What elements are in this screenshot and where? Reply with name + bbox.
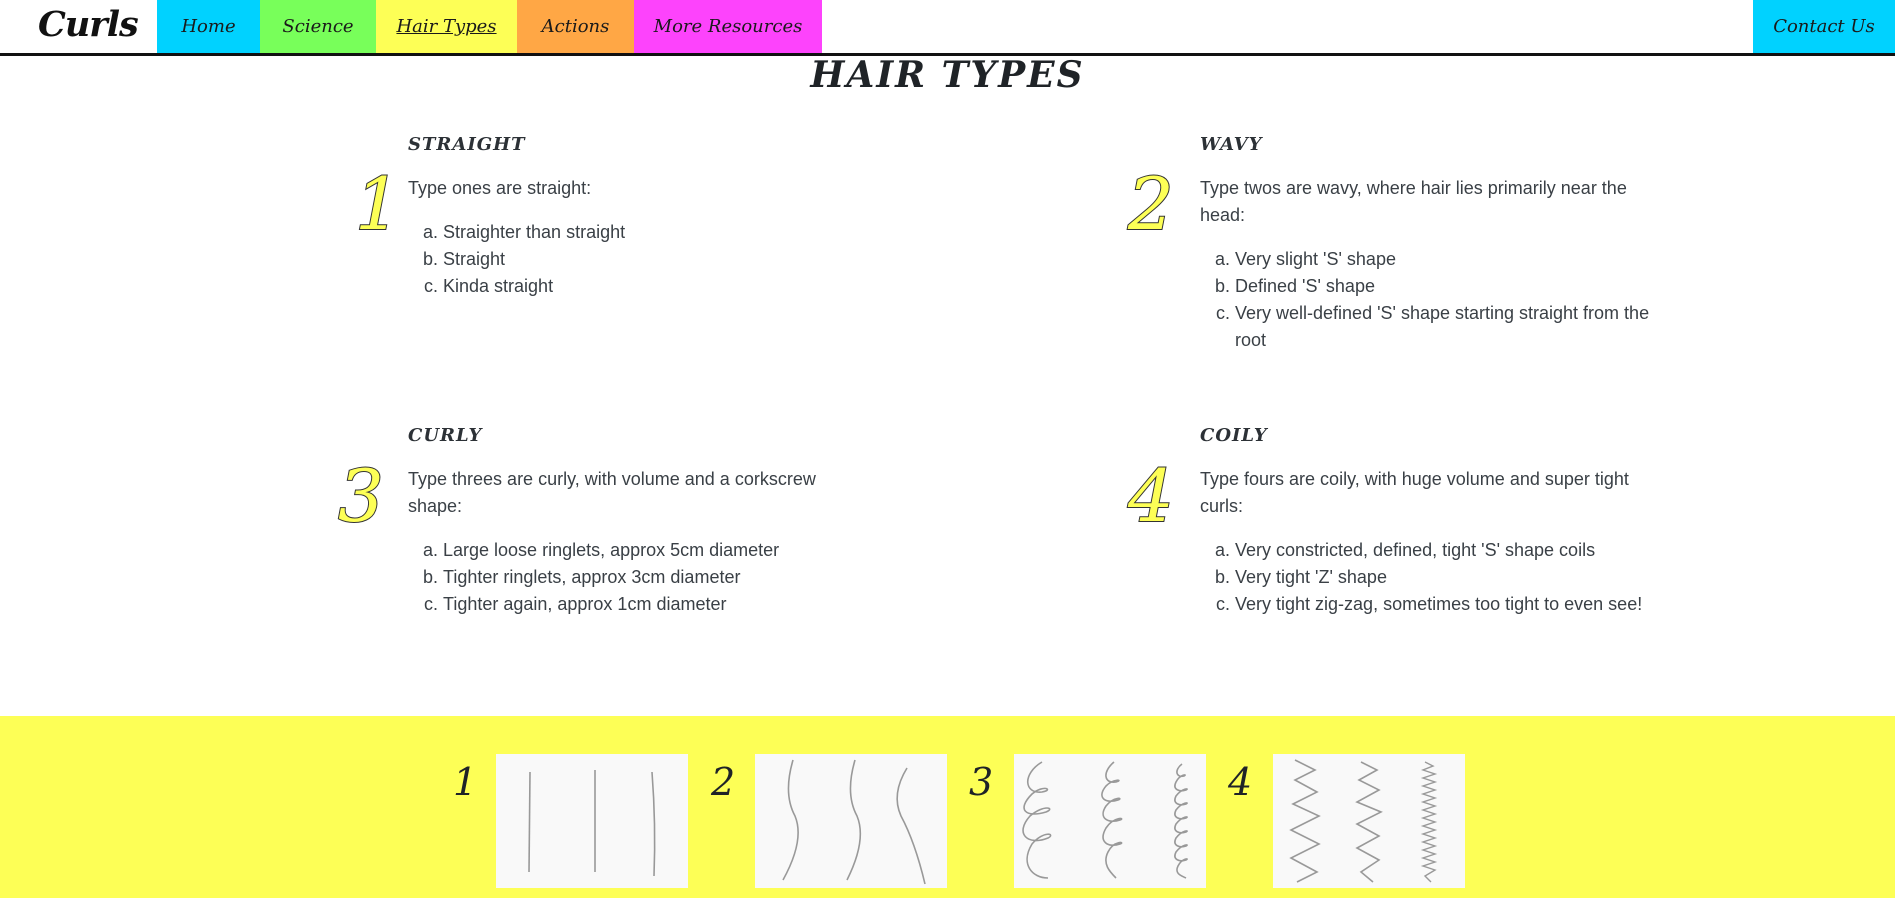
card-heading: CURLY <box>408 425 483 446</box>
nav-hair-types[interactable]: Hair Types <box>376 0 517 53</box>
straight-hair-image <box>496 754 688 888</box>
card-intro: Type threes are curly, with volume and a… <box>408 469 816 516</box>
brand-logo[interactable]: Curls <box>38 4 139 45</box>
coily-hair-sketch <box>1289 759 1438 883</box>
list-item: c. Very well-defined 'S' shape starting s… <box>1215 303 1650 350</box>
list-item: c. Kinda straight <box>423 276 554 296</box>
card-heading: WAVY <box>1200 134 1263 155</box>
list-item: b. Straight <box>422 249 506 269</box>
hair-type-card-wavy: WAVY Type twos are wavy, where hair lies… <box>1200 134 1660 354</box>
list-item: c. Tighter again, approx 1cm diameter <box>423 594 727 614</box>
type-number-4: 4 <box>1127 454 1175 538</box>
list-item: a. Straighter than straight <box>422 222 626 242</box>
strip-label-2: 2 <box>711 760 736 804</box>
card-list: a. Straighter than straight b. Straight c.… <box>408 219 868 300</box>
card-heading: STRAIGHT <box>408 134 526 155</box>
card-intro: Type twos are wavy, where hair lies prim… <box>1200 178 1627 225</box>
hair-type-card-curly: CURLY Type threes are curly, with volume… <box>408 425 868 618</box>
list-item: c. Very tight zig-zag, sometimes too tigh… <box>1215 594 1643 614</box>
list-item: b. Defined 'S' shape <box>1214 276 1375 296</box>
top-navbar: Curls Home Science Hair Types Actions Mo… <box>0 0 1895 56</box>
card-list: a. Very constricted, defined, tight 'S' s… <box>1200 537 1660 618</box>
curly-hair-image <box>1014 754 1206 888</box>
list-item: a. Very slight 'S' shape <box>1214 249 1396 269</box>
nav-actions[interactable]: Actions <box>517 0 634 53</box>
curly-hair-sketch <box>1022 761 1188 879</box>
card-list: a. Large loose ringlets, approx 5cm diame… <box>408 537 868 618</box>
list-item: b. Very tight 'Z' shape <box>1214 567 1387 587</box>
wavy-hair-image <box>755 754 947 888</box>
hair-types-strip <box>0 716 1895 898</box>
list-item: b. Tighter ringlets, approx 3cm diameter <box>422 567 741 587</box>
card-heading: COILY <box>1200 425 1268 446</box>
straight-hair-sketch <box>528 770 656 877</box>
hair-type-card-straight: STRAIGHT Type ones are straight: a. Strai… <box>408 134 868 300</box>
coily-hair-image <box>1273 754 1465 888</box>
card-intro: Type ones are straight: <box>408 178 592 198</box>
nav-more-resources[interactable]: More Resources <box>634 0 822 53</box>
strip-label-4: 4 <box>1228 760 1253 804</box>
nav-home[interactable]: Home <box>157 0 260 53</box>
page-title: HAIR TYPES <box>810 54 1085 96</box>
type-number-2: 2 <box>1127 162 1175 246</box>
card-intro: Type fours are coily, with huge volume a… <box>1200 469 1629 516</box>
nav-contact-us[interactable]: Contact Us <box>1753 0 1895 53</box>
card-list: a. Very slight 'S' shape b. Defined 'S' sh… <box>1200 246 1660 354</box>
list-item: a. Large loose ringlets, approx 5cm diame… <box>422 540 780 560</box>
strip-label-1: 1 <box>453 760 478 804</box>
list-item: a. Very constricted, defined, tight 'S' s… <box>1214 540 1596 560</box>
type-number-1: 1 <box>354 162 402 246</box>
strip-label-3: 3 <box>969 760 994 804</box>
wavy-hair-sketch <box>782 759 926 885</box>
nav-science[interactable]: Science <box>260 0 376 53</box>
hair-type-card-coily: COILY Type fours are coily, with huge vo… <box>1200 425 1660 618</box>
type-number-3: 3 <box>337 454 385 538</box>
